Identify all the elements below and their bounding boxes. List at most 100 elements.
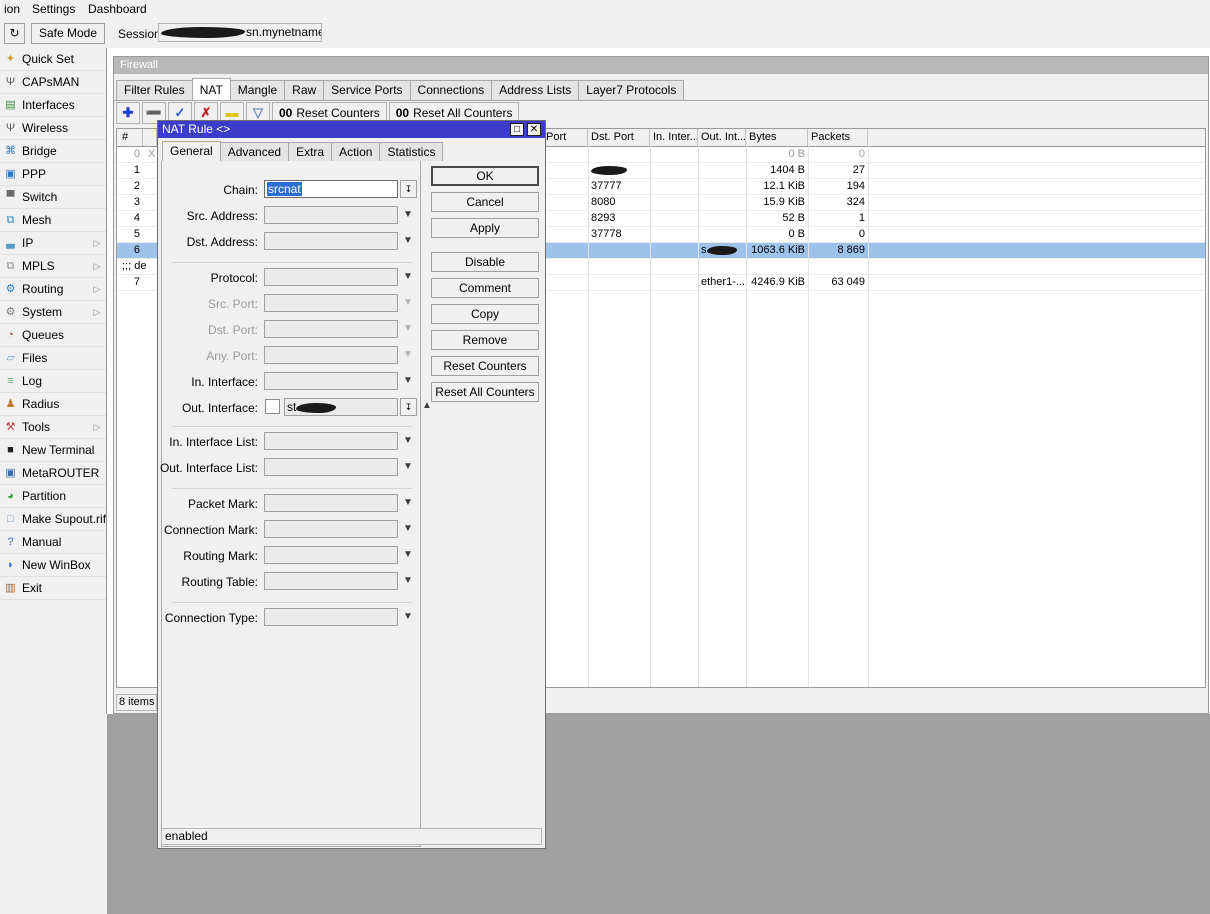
sidebar-item-radius[interactable]: ♟ Radius [0, 393, 106, 416]
nat-rule-apply-button[interactable]: Apply [431, 218, 539, 238]
sidebar-item-queues[interactable]: ◔ Queues [0, 324, 106, 347]
menu-item-ion[interactable]: ion [0, 2, 24, 17]
connection-mark-field-label: Connection Mark: [163, 523, 258, 537]
packet-mark-field-chevron-down-icon[interactable]: ▼ [402, 497, 414, 509]
sidebar-item-new-terminal[interactable]: ■ New Terminal [0, 439, 106, 462]
in-interface-list-field-chevron-down-icon[interactable]: ▼ [402, 435, 414, 447]
column-header-port[interactable]: Port [543, 129, 588, 146]
firewall-tab-filter-rules[interactable]: Filter Rules [116, 80, 193, 100]
session-value[interactable]: sn.mynetname.net [158, 23, 322, 42]
sidebar-item-routing[interactable]: ⚙ Routing ▷ [0, 278, 106, 301]
column-header--[interactable]: # [119, 129, 143, 146]
firewall-tab-nat[interactable]: NAT [191, 78, 231, 101]
nat-rule-cancel-button[interactable]: Cancel [431, 192, 539, 212]
column-header-bytes[interactable]: Bytes [746, 129, 808, 146]
nat-rule-ok-button[interactable]: OK [431, 166, 539, 186]
in-interface-field-chevron-down-icon[interactable]: ▼ [402, 375, 414, 387]
routing-mark-field-label: Routing Mark: [183, 549, 258, 563]
sidebar-item-make-supout-rif[interactable]: □ Make Supout.rif [0, 508, 106, 531]
sidebar-item-switch[interactable]: ▀ Switch [0, 186, 106, 209]
connection-mark-field-chevron-down-icon[interactable]: ▼ [402, 523, 414, 535]
sidebar-item-capsman[interactable]: Ψ CAPsMAN [0, 71, 106, 94]
switch-icon: ▀ [6, 191, 15, 203]
sidebar-item-metarouter[interactable]: ▣ MetaROUTER [0, 462, 106, 485]
in-interface-list-field[interactable] [264, 432, 398, 450]
sidebar-item-bridge[interactable]: ⌘ Bridge [0, 140, 106, 163]
src-address-field[interactable] [264, 206, 398, 224]
connection-type-field[interactable] [264, 608, 398, 626]
nat-rule-disable-button[interactable]: Disable [431, 252, 539, 272]
nat-rule-tab-action[interactable]: Action [331, 142, 381, 161]
routing-mark-field[interactable] [264, 546, 398, 564]
nat-rule-copy-button[interactable]: Copy [431, 304, 539, 324]
nat-rule-tab-advanced[interactable]: Advanced [219, 142, 290, 161]
chain-field[interactable]: srcnat [264, 180, 398, 198]
sidebar-item-tools[interactable]: ⚒ Tools ▷ [0, 416, 106, 439]
connection-mark-field[interactable] [264, 520, 398, 538]
sidebar-item-quick-set[interactable]: ✦ Quick Set [0, 48, 106, 71]
dst-address-field-chevron-down-icon[interactable]: ▼ [402, 235, 414, 247]
firewall-tab-connections[interactable]: Connections [409, 80, 493, 100]
firewall-tab-address-lists[interactable]: Address Lists [491, 80, 580, 100]
firewall-tab-mangle[interactable]: Mangle [229, 80, 286, 100]
column-header-in-inter-[interactable]: In. Inter... [650, 129, 698, 146]
chain-field-dropdown-icon[interactable]: ↧ [400, 180, 417, 198]
protocol-field-chevron-down-icon[interactable]: ▼ [402, 271, 414, 283]
routing-table-field-chevron-down-icon[interactable]: ▼ [402, 575, 414, 587]
column-header-blank[interactable] [143, 129, 157, 146]
maximize-icon[interactable]: □ [510, 123, 524, 136]
sidebar-item-new-winbox[interactable]: ◗ New WinBox [0, 554, 106, 577]
nat-rule-tab-general[interactable]: General [162, 141, 221, 161]
out-interface-field[interactable]: st [284, 398, 398, 416]
routing-mark-field-chevron-down-icon[interactable]: ▼ [402, 549, 414, 561]
sidebar-item-wireless[interactable]: Ψ Wireless [0, 117, 106, 140]
sidebar-item-interfaces[interactable]: ▤ Interfaces [0, 94, 106, 117]
sidebar-item-ip[interactable]: ▃ IP ▷ [0, 232, 106, 255]
sidebar-item-manual[interactable]: ? Manual [0, 531, 106, 554]
menu-item-dashboard[interactable]: Dashboard [84, 2, 151, 17]
chain-field-row: Chain: srcnat ↧ [162, 180, 420, 200]
sidebar-item-log[interactable]: ≡ Log [0, 370, 106, 393]
src-port-field [264, 294, 398, 312]
refresh-icon[interactable]: ↻ [4, 23, 25, 44]
in-interface-field[interactable] [264, 372, 398, 390]
src-address-field-chevron-down-icon[interactable]: ▼ [402, 209, 414, 221]
sidebar-item-system[interactable]: ⚙ System ▷ [0, 301, 106, 324]
nat-rule-reset-counters-button[interactable]: Reset Counters [431, 356, 539, 376]
firewall-tab-raw[interactable]: Raw [284, 80, 325, 100]
row-index: 1 [133, 164, 140, 176]
out-interface-field-dropdown-icon[interactable]: ↧ [400, 398, 417, 416]
redacted-dst-port [591, 165, 627, 175]
column-header-dst-port[interactable]: Dst. Port [588, 129, 650, 146]
out-interface-list-field-chevron-down-icon[interactable]: ▼ [402, 461, 414, 473]
column-header-out-int-[interactable]: Out. Int... [698, 129, 746, 146]
nat-rule-reset-all-counters-button[interactable]: Reset All Counters [431, 382, 539, 402]
dst-address-field[interactable] [264, 232, 398, 250]
sidebar-item-partition[interactable]: ◕ Partition [0, 485, 106, 508]
in-interface-list-field-label: In. Interface List: [169, 435, 258, 449]
firewall-tab-layer7-protocols[interactable]: Layer7 Protocols [578, 80, 685, 100]
sidebar-item-files[interactable]: ▱ Files [0, 347, 106, 370]
column-header-packets[interactable]: Packets [808, 129, 868, 146]
out-interface-field-checkbox[interactable] [265, 399, 280, 414]
out-interface-list-field[interactable] [264, 458, 398, 476]
connection-type-field-chevron-down-icon[interactable]: ▼ [402, 611, 414, 623]
sidebar-item-ppp[interactable]: ▣ PPP [0, 163, 106, 186]
dst-address-field-row: Dst. Address: ▼ [162, 232, 420, 252]
firewall-tab-service-ports[interactable]: Service Ports [323, 80, 411, 100]
nat-rule-comment-button[interactable]: Comment [431, 278, 539, 298]
sidebar-item-exit[interactable]: ▥ Exit [0, 577, 106, 600]
menu-item-settings[interactable]: Settings [28, 2, 79, 17]
protocol-field[interactable] [264, 268, 398, 286]
nat-rule-tab-extra[interactable]: Extra [288, 142, 333, 161]
routing-table-field[interactable] [264, 572, 398, 590]
button-label: Reset Counters [296, 106, 380, 120]
safe-mode-button[interactable]: Safe Mode [31, 23, 105, 44]
add-button[interactable]: ✚ [116, 102, 140, 124]
packet-mark-field[interactable] [264, 494, 398, 512]
nat-rule-remove-button[interactable]: Remove [431, 330, 539, 350]
sidebar-item-mesh[interactable]: ⧉ Mesh [0, 209, 106, 232]
nat-rule-tab-statistics[interactable]: Statistics [379, 142, 444, 161]
close-icon[interactable]: ✕ [527, 123, 541, 136]
sidebar-item-mpls[interactable]: ⧉ MPLS ▷ [0, 255, 106, 278]
